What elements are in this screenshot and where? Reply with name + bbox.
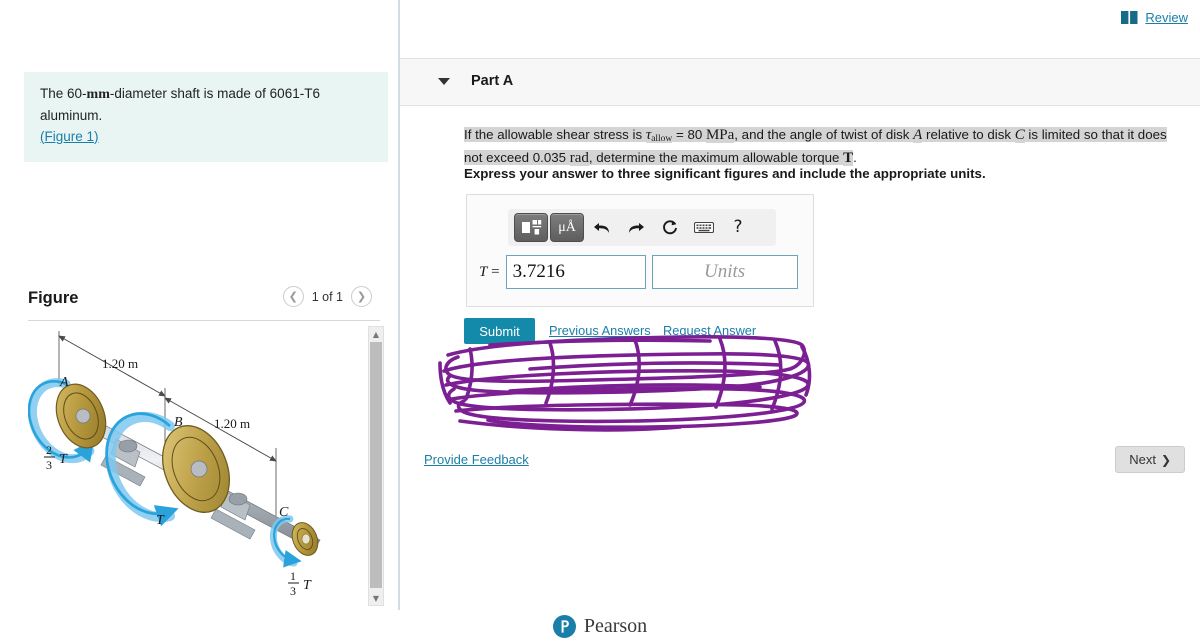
shaft-torque-diagram: 1.20 m 1.20 m A 2 3 T B T C 1 3 T xyxy=(28,331,321,598)
figure-header: Figure ❮ 1 of 1 ❯ xyxy=(28,286,380,322)
question-seg-4: relative to disk xyxy=(922,127,1015,142)
submit-button[interactable]: Submit xyxy=(464,318,535,344)
figure-panel: The 60-mm-diameter shaft is made of 6061… xyxy=(0,0,400,610)
pearson-mark-icon xyxy=(552,615,576,638)
mu-angstrom-glyph: μÅ xyxy=(558,219,576,235)
book-icon xyxy=(1121,11,1138,24)
previous-answers-link[interactable]: Previous Answers xyxy=(549,323,651,338)
question-tau: τallow xyxy=(645,127,673,145)
answer-instruction: Express your answer to three significant… xyxy=(464,166,986,181)
reset-icon[interactable] xyxy=(654,213,686,242)
question-rad: rad xyxy=(569,150,589,167)
next-label: Next xyxy=(1129,452,1156,467)
redo-icon[interactable] xyxy=(620,213,652,242)
svg-text:T: T xyxy=(59,452,68,467)
question-statement: If the allowable shear stress is τallow … xyxy=(464,124,1186,171)
question-seg-2: = 80 xyxy=(672,127,706,142)
question-disk-a: A xyxy=(913,127,923,143)
figure-next-button[interactable]: ❯ xyxy=(351,286,372,307)
problem-statement: The 60-mm-diameter shaft is made of 6061… xyxy=(24,72,388,162)
svg-text:1: 1 xyxy=(290,569,296,583)
next-button[interactable]: Next ❯ xyxy=(1115,446,1185,473)
scrollbar-thumb[interactable] xyxy=(370,342,382,588)
figure-label-a: A xyxy=(59,375,69,390)
lesson-page: Review The 60-mm-diameter shaft is made … xyxy=(0,0,1200,643)
pearson-logo: Pearson xyxy=(552,615,648,638)
template-icon[interactable] xyxy=(514,213,548,242)
scroll-down-arrow-icon[interactable]: ▼ xyxy=(369,591,383,605)
pearson-wordmark: Pearson xyxy=(583,615,648,637)
figure-torque-b-label: T xyxy=(156,513,165,528)
question-mpa: MPa xyxy=(705,127,735,143)
units-mu-angstrom-icon[interactable]: μÅ xyxy=(550,213,584,242)
answer-units-input[interactable] xyxy=(651,255,798,289)
svg-text:2: 2 xyxy=(46,443,52,457)
page-footer: Pearson xyxy=(0,610,1200,643)
answer-variable-label: T = xyxy=(479,263,500,280)
chevron-right-icon: ❯ xyxy=(1160,452,1171,467)
question-torque-symbol: T xyxy=(843,150,854,167)
help-icon[interactable]: ? xyxy=(722,213,754,242)
figure-divider xyxy=(28,320,380,321)
help-glyph: ? xyxy=(733,217,743,237)
request-answer-link[interactable]: Request Answer xyxy=(663,323,756,338)
question-seg-1: If the allowable shear stress is xyxy=(464,127,646,142)
svg-text:T: T xyxy=(303,578,312,593)
figure-dim-left-label: 1.20 m xyxy=(102,356,138,371)
svg-text:3: 3 xyxy=(46,458,52,472)
figure-1-link[interactable]: (Figure 1) xyxy=(40,129,99,144)
review-button[interactable]: Review xyxy=(1121,10,1188,25)
review-label[interactable]: Review xyxy=(1145,10,1188,25)
figure-navigation: ❮ 1 of 1 ❯ xyxy=(282,286,372,307)
answer-input-card: μÅ ? T = 3.7216 Units xyxy=(466,194,814,307)
answer-row: T = xyxy=(479,255,798,289)
provide-feedback-link[interactable]: Provide Feedback xyxy=(424,452,529,467)
question-seg-6: , determine the maximum allowable torque xyxy=(588,150,844,166)
chevron-down-icon[interactable] xyxy=(438,78,450,85)
equation-toolbar: μÅ ? xyxy=(508,209,776,246)
figure-scrollbar[interactable]: ▲ ▼ xyxy=(368,326,384,606)
part-title: Part A xyxy=(471,73,514,89)
svg-text:3: 3 xyxy=(290,584,296,598)
part-a-header[interactable]: Part A xyxy=(400,58,1200,106)
problem-text-prefix: The 60- xyxy=(40,86,87,101)
figure-torque-c-label: 1 3 T xyxy=(288,569,312,598)
figure-counter: 1 of 1 xyxy=(311,289,343,304)
answer-value-input[interactable] xyxy=(505,255,646,289)
question-disk-c: C xyxy=(1014,127,1025,143)
scroll-up-arrow-icon[interactable]: ▲ xyxy=(369,327,383,341)
figure-panel-title: Figure xyxy=(28,289,79,307)
figure-label-c: C xyxy=(279,505,289,520)
question-seg-7: . xyxy=(853,150,857,166)
undo-icon[interactable] xyxy=(586,213,618,242)
figure-prev-button[interactable]: ❮ xyxy=(282,286,304,307)
figure-dim-right-label: 1.20 m xyxy=(214,416,250,431)
problem-unit: mm xyxy=(86,87,110,102)
figure-viewport: 1.20 m 1.20 m A 2 3 T B T C 1 3 T xyxy=(28,326,380,606)
figure-label-b: B xyxy=(174,415,183,430)
keyboard-icon[interactable] xyxy=(688,213,720,242)
question-seg-3: , and the angle of twist of disk xyxy=(734,127,914,142)
